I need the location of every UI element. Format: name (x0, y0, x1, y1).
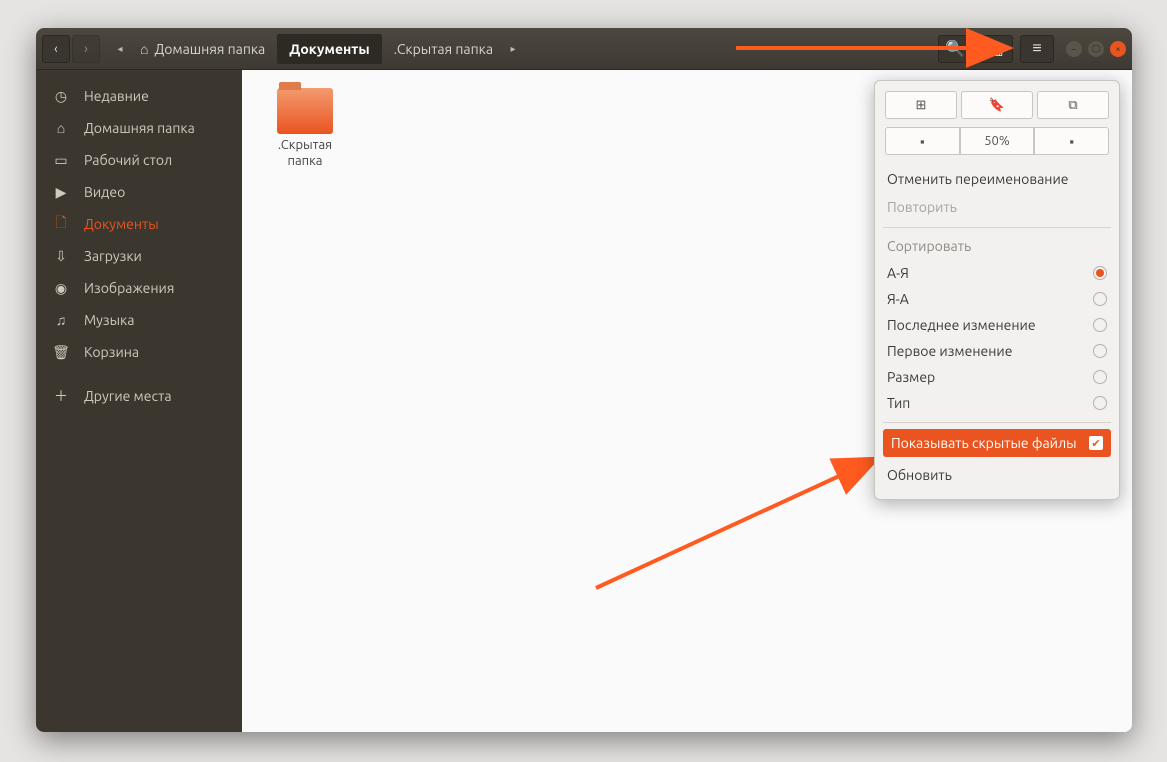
radio-icon (1093, 292, 1107, 306)
zoom-control: ▪ 50% ▪ (885, 127, 1109, 155)
separator (883, 227, 1111, 228)
radio-icon (1093, 396, 1107, 410)
redo-item: Повторить (885, 193, 1109, 221)
new-tab-button[interactable]: ⧉ (1037, 91, 1109, 119)
checkbox-checked-icon: ✔ (1089, 436, 1103, 450)
sort-option-label: Тип (887, 395, 910, 411)
zoom-level-label: 50% (960, 127, 1035, 155)
radio-icon (1093, 344, 1107, 358)
separator (883, 422, 1111, 423)
bookmark-button[interactable]: 🔖 (961, 91, 1033, 119)
file-manager-window: ‹ › ◂ ⌂ Домашняя папка Документы .Скрыта… (36, 28, 1132, 732)
radio-icon (1093, 318, 1107, 332)
sort-option-label: Размер (887, 369, 935, 385)
new-folder-button[interactable]: ⊞ (885, 91, 957, 119)
sort-option-size[interactable]: Размер (885, 364, 1109, 390)
hamburger-popover: ⊞ 🔖 ⧉ ▪ 50% ▪ Отменить переименование По… (874, 80, 1120, 500)
zoom-in-button[interactable]: ▪ (1034, 127, 1109, 155)
radio-selected-icon (1093, 266, 1107, 280)
bookmark-icon: 🔖 (989, 98, 1005, 113)
minus-icon: ▪ (920, 134, 925, 149)
sort-option-az[interactable]: А-Я (885, 260, 1109, 286)
reload-item[interactable]: Обновить (885, 461, 1109, 489)
sort-option-za[interactable]: Я-А (885, 286, 1109, 312)
zoom-out-button[interactable]: ▪ (885, 127, 960, 155)
sort-option-type[interactable]: Тип (885, 390, 1109, 416)
sort-option-last-modified[interactable]: Последнее изменение (885, 312, 1109, 338)
annotation-arrow-icon (596, 460, 874, 588)
sort-option-label: Последнее изменение (887, 317, 1036, 333)
radio-icon (1093, 370, 1107, 384)
sort-option-label: Первое изменение (887, 343, 1012, 359)
plus-icon: ▪ (1069, 134, 1074, 149)
show-hidden-files-toggle[interactable]: Показывать скрытые файлы ✔ (883, 429, 1111, 457)
new-folder-icon: ⊞ (916, 98, 927, 113)
popover-action-row: ⊞ 🔖 ⧉ (885, 91, 1109, 119)
sort-option-label: А-Я (887, 265, 909, 281)
show-hidden-label: Показывать скрытые файлы (891, 435, 1077, 451)
sort-option-label: Я-А (887, 291, 909, 307)
sort-header: Сортировать (885, 234, 1109, 260)
undo-rename-item[interactable]: Отменить переименование (885, 165, 1109, 193)
sort-option-first-modified[interactable]: Первое изменение (885, 338, 1109, 364)
tab-icon: ⧉ (1068, 98, 1077, 113)
